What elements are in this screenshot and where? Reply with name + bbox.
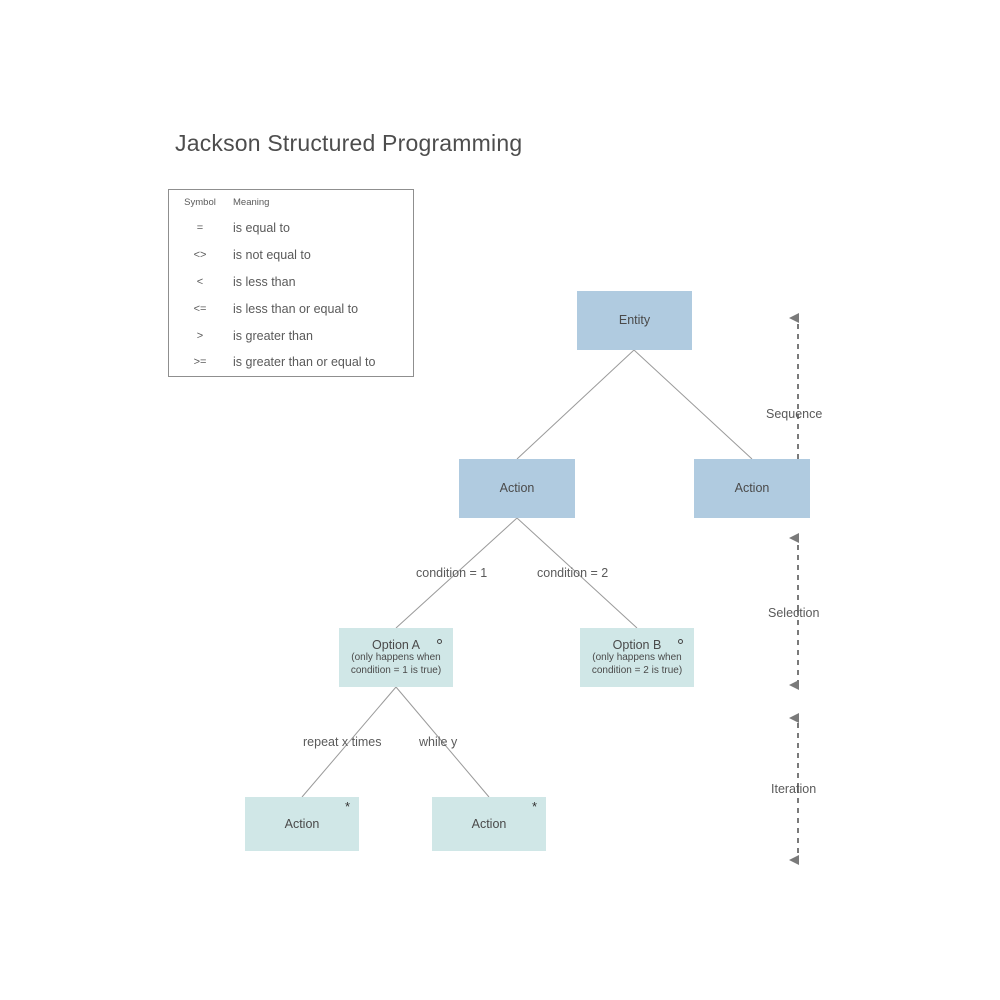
edge-label-condition-1: condition = 1 xyxy=(416,566,488,580)
page-title: Jackson Structured Programming xyxy=(175,130,523,156)
legend-row: <= is less than or equal to xyxy=(169,295,413,322)
legend-header-row: Symbol Meaning xyxy=(169,190,413,215)
iteration-asterisk-icon: * xyxy=(531,799,537,814)
node-option-b[interactable]: Option B (only happens when condition = … xyxy=(580,628,694,687)
node-action-1[interactable]: Action xyxy=(459,459,575,518)
tree-connectors xyxy=(301,349,753,798)
legend-row: < is less than xyxy=(169,269,413,296)
bracket-label-sequence: Sequence xyxy=(766,407,823,421)
legend-meaning: is equal to xyxy=(233,221,290,236)
node-option-a[interactable]: Option A (only happens when condition = … xyxy=(339,628,453,687)
legend-meaning: is not equal to xyxy=(233,248,311,263)
node-action-4[interactable]: Action * xyxy=(432,797,546,851)
node-entity[interactable]: Entity xyxy=(577,291,692,350)
node-action-3-label: Action xyxy=(284,816,320,831)
node-action-4-label: Action xyxy=(471,816,507,831)
legend-symbol: > xyxy=(196,329,204,342)
edge-label-condition-2: condition = 2 xyxy=(537,566,609,580)
legend-symbol: = xyxy=(196,222,204,235)
legend-header-meaning: Meaning xyxy=(233,197,270,208)
legend-symbol: <= xyxy=(193,302,207,315)
edge-entity-action2 xyxy=(633,349,753,460)
legend-meaning: is greater than or equal to xyxy=(233,355,376,370)
bracket-label-selection: Selection xyxy=(768,606,820,620)
node-option-a-sublabel: (only happens when condition = 1 is true… xyxy=(350,652,442,676)
legend-row: = is equal to xyxy=(169,215,413,242)
iteration-asterisk-icon: * xyxy=(344,799,350,814)
edge-label-repeat-x-times: repeat x times xyxy=(303,735,382,749)
node-action-1-label: Action xyxy=(499,481,535,496)
edge-label-while-y: while y xyxy=(419,735,458,749)
node-action-2[interactable]: Action xyxy=(694,459,810,518)
node-option-a-label: Option A xyxy=(372,637,420,652)
legend-row: <> is not equal to xyxy=(169,242,413,269)
legend-symbol: >= xyxy=(193,356,207,369)
legend-meaning: is greater than xyxy=(233,328,313,343)
legend-symbol: <> xyxy=(193,249,207,262)
node-action-2-label: Action xyxy=(734,481,770,496)
legend-header-symbol: Symbol xyxy=(184,197,216,208)
legend-meaning: is less than xyxy=(233,274,296,289)
node-action-3[interactable]: Action * xyxy=(245,797,359,851)
node-entity-label: Entity xyxy=(618,313,651,328)
legend-row: > is greater than xyxy=(169,322,413,349)
legend-symbol: < xyxy=(196,275,204,288)
legend-meaning: is less than or equal to xyxy=(233,301,359,316)
selection-circle-icon xyxy=(437,639,442,644)
legend-row: >= is greater than or equal to xyxy=(169,349,413,376)
selection-circle-icon xyxy=(678,639,683,644)
legend-table: Symbol Meaning = is equal to <> is not e… xyxy=(168,189,414,377)
edge-entity-action1 xyxy=(516,349,635,460)
bracket-label-iteration: Iteration xyxy=(771,782,817,796)
node-option-b-label: Option B xyxy=(612,637,662,652)
node-option-b-sublabel: (only happens when condition = 2 is true… xyxy=(591,652,683,676)
